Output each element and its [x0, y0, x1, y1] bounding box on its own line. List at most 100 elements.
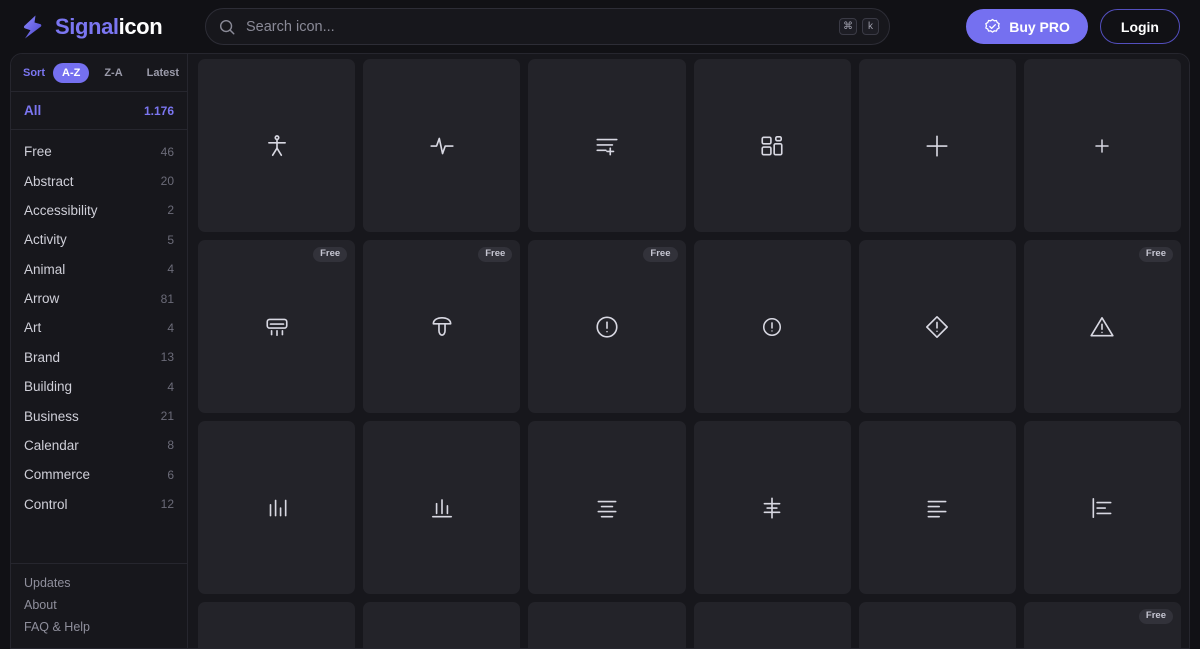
sidebar-item-building[interactable]: Building 4 [11, 372, 187, 401]
sidebar-item-brand[interactable]: Brand 13 [11, 343, 187, 372]
icon-card[interactable] [528, 602, 686, 648]
sidebar-item-free[interactable]: Free 46 [11, 137, 187, 166]
plus-small-icon [1095, 138, 1110, 153]
sidebar-footer-links: Updates About FAQ & Help [11, 563, 187, 648]
sidebar-item-label: Art [24, 320, 42, 336]
search-icon [219, 19, 235, 34]
sidebar-item-label: Arrow [24, 291, 60, 307]
icon-card[interactable] [198, 602, 356, 648]
header-actions: Buy PRO Login [966, 9, 1180, 44]
sidebar-item-all-count: 1.176 [143, 103, 174, 118]
sidebar-item-art[interactable]: Art 4 [11, 313, 187, 342]
icon-card[interactable] [693, 602, 851, 648]
sidebar-item-abstract[interactable]: Abstract 20 [11, 166, 187, 195]
search-container: ⌘ k [205, 8, 890, 45]
sidebar-item-arrow[interactable]: Arrow 81 [11, 284, 187, 313]
plus-large-icon [926, 134, 948, 157]
free-badge: Free [643, 247, 678, 262]
icon-card[interactable] [363, 59, 521, 232]
kbd-k-key: k [862, 18, 879, 35]
sidebar-item-count: 8 [167, 438, 174, 453]
sidebar-item-label: Commerce [24, 467, 91, 483]
verified-badge-icon [985, 18, 1001, 33]
icon-card[interactable] [858, 59, 1016, 232]
layout-dashboard-icon [761, 135, 783, 155]
icon-card[interactable] [858, 421, 1016, 594]
align-center-icon [597, 500, 617, 517]
align-middle-icon [763, 496, 781, 519]
icon-card[interactable] [1023, 421, 1181, 594]
activity-pulse-icon [430, 137, 454, 154]
icon-grid-scroll-area[interactable]: Free Free Free Free Free [188, 54, 1189, 648]
signalicon-logo-icon [23, 15, 42, 38]
buy-pro-button[interactable]: Buy PRO [966, 9, 1088, 44]
icon-card[interactable] [198, 421, 356, 594]
sidebar-item-commerce[interactable]: Commerce 6 [11, 460, 187, 489]
sidebar-item-accessibility[interactable]: Accessibility 2 [11, 196, 187, 225]
sort-option-latest[interactable]: Latest [138, 63, 188, 83]
sidebar-item-count: 5 [167, 232, 174, 247]
brand-logo[interactable]: Signalicon [20, 14, 190, 40]
align-list-plus-icon [596, 138, 618, 155]
search-input[interactable] [246, 18, 829, 35]
bar-chart-baseline-icon [431, 498, 452, 517]
kbd-command-key: ⌘ [839, 18, 857, 35]
air-conditioner-icon [266, 318, 288, 336]
icon-card[interactable] [693, 240, 851, 413]
icon-card[interactable] [858, 602, 1016, 648]
sort-label: Sort [23, 67, 45, 79]
sidebar-item-count: 4 [167, 320, 174, 335]
sidebar-item-label: Business [24, 408, 79, 424]
sidebar-item-label: Accessibility [24, 202, 98, 218]
icon-card[interactable]: Free [363, 240, 521, 413]
sidebar-item-animal[interactable]: Animal 4 [11, 255, 187, 284]
sidebar-item-label: Calendar [24, 437, 79, 453]
brand-name-secondary: icon [118, 13, 163, 39]
footer-link-about[interactable]: About [24, 598, 174, 612]
sidebar-item-count: 4 [167, 379, 174, 394]
sidebar-item-business[interactable]: Business 21 [11, 401, 187, 430]
sort-toolbar: Sort A-Z Z-A Latest [11, 54, 187, 92]
sidebar-item-label: Free [24, 144, 52, 160]
search-bar[interactable]: ⌘ k [205, 8, 890, 45]
icon-card[interactable] [363, 421, 521, 594]
icon-card[interactable]: Free [1023, 602, 1181, 648]
alert-triangle-icon [1090, 316, 1115, 336]
login-label: Login [1120, 18, 1159, 35]
sidebar-item-count: 6 [167, 467, 174, 482]
sidebar-item-label: Animal [24, 261, 66, 277]
icon-card[interactable] [198, 59, 356, 232]
sidebar-item-calendar[interactable]: Calendar 8 [11, 431, 187, 460]
icon-card[interactable] [363, 602, 521, 648]
login-button[interactable]: Login [1099, 9, 1180, 44]
sidebar-item-control[interactable]: Control 12 [11, 490, 187, 519]
footer-link-faq-help[interactable]: FAQ & Help [24, 620, 174, 634]
footer-link-updates[interactable]: Updates [24, 576, 174, 590]
sort-option-az[interactable]: A-Z [53, 63, 90, 83]
sidebar-item-count: 13 [160, 350, 174, 365]
sort-option-za[interactable]: Z-A [95, 63, 131, 83]
icon-card[interactable] [528, 421, 686, 594]
icon-card[interactable] [528, 59, 686, 232]
icon-card[interactable] [693, 59, 851, 232]
sidebar-item-count: 21 [160, 409, 174, 424]
sidebar-item-all[interactable]: All 1.176 [11, 92, 187, 130]
icon-card[interactable]: Free [528, 240, 686, 413]
sidebar-item-count: 2 [167, 203, 174, 218]
icon-card[interactable]: Free [1023, 240, 1181, 413]
icon-card[interactable] [1023, 59, 1181, 232]
align-left-bar-icon [1092, 497, 1112, 518]
alert-diamond-icon [926, 315, 949, 338]
sidebar-item-label: Abstract [24, 173, 74, 189]
icon-card[interactable]: Free [198, 240, 356, 413]
app-header: Signalicon ⌘ k Buy PRO [0, 0, 1200, 53]
sidebar-item-activity[interactable]: Activity 5 [11, 225, 187, 254]
search-shortcut-hint: ⌘ k [839, 18, 879, 35]
accessibility-icon [267, 134, 286, 156]
free-badge: Free [1138, 609, 1173, 624]
app-body: Sort A-Z Z-A Latest All 1.176 Free 46 Ab… [0, 53, 1200, 649]
icon-card[interactable] [693, 421, 851, 594]
icon-card[interactable] [858, 240, 1016, 413]
sidebar-item-count: 12 [160, 497, 174, 512]
sidebar-item-count: 46 [160, 144, 174, 159]
